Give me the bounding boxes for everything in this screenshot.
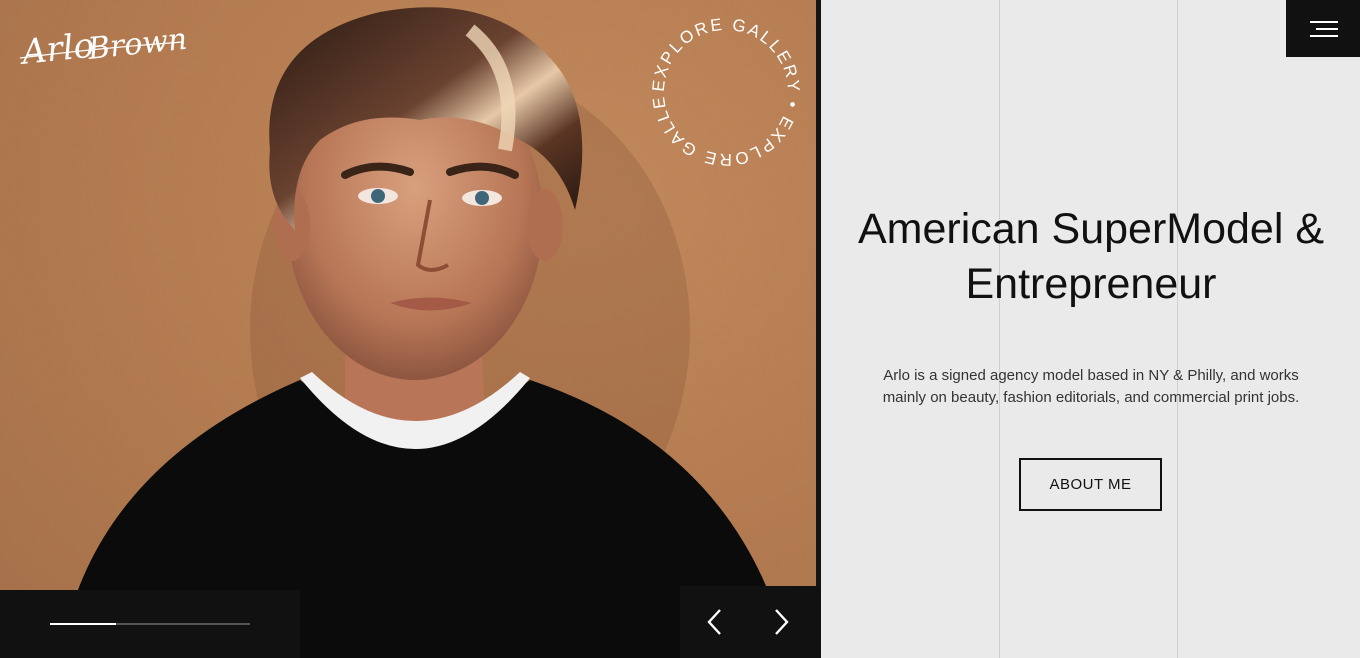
hamburger-menu-icon — [1310, 20, 1338, 23]
page-headline: American SuperModel & Entrepreneur — [841, 202, 1341, 312]
intro-description: Arlo is a signed agency model based in N… — [851, 365, 1331, 409]
headline-line1: American SuperModel & — [857, 205, 1325, 253]
about-me-label: ABOUT ME — [1049, 476, 1132, 493]
svg-text:Arlo: Arlo — [18, 26, 96, 74]
grid-line — [999, 0, 1000, 658]
chevron-left-icon — [707, 609, 721, 635]
description-line1: Arlo is a signed agency model based in N… — [883, 367, 1299, 384]
slider-nav-panel — [680, 586, 820, 658]
headline-line2: Entrepreneur — [965, 260, 1217, 308]
chevron-right-icon — [775, 609, 789, 635]
hero-image-panel: Arlo Brown EXPLORE GALLERY • EXPLORE GAL… — [0, 0, 816, 658]
explore-gallery-badge[interactable]: EXPLORE GALLERY • EXPLORE GALLERY • — [646, 12, 806, 172]
grid-line — [1177, 0, 1178, 658]
hamburger-menu-button[interactable] — [1286, 0, 1360, 57]
about-me-button[interactable]: ABOUT ME — [1019, 458, 1162, 511]
arlo-brown-logo[interactable]: Arlo Brown — [18, 8, 188, 78]
hamburger-menu-icon — [1310, 34, 1338, 37]
hamburger-menu-icon — [1316, 27, 1338, 30]
slide-progress-track — [50, 623, 250, 625]
svg-text:Brown: Brown — [85, 22, 188, 67]
svg-text:EXPLORE GALLERY • EXPLORE GALL: EXPLORE GALLERY • EXPLORE GALLERY • — [646, 12, 803, 169]
slide-progress-panel — [0, 590, 300, 658]
description-line2: mainly on beauty, fashion editorials, an… — [882, 389, 1300, 406]
prev-slide-button[interactable] — [696, 606, 732, 638]
next-slide-button[interactable] — [764, 606, 800, 638]
slide-progress-fill — [50, 623, 116, 625]
intro-content-panel: American SuperModel & Entrepreneur Arlo … — [821, 0, 1360, 658]
